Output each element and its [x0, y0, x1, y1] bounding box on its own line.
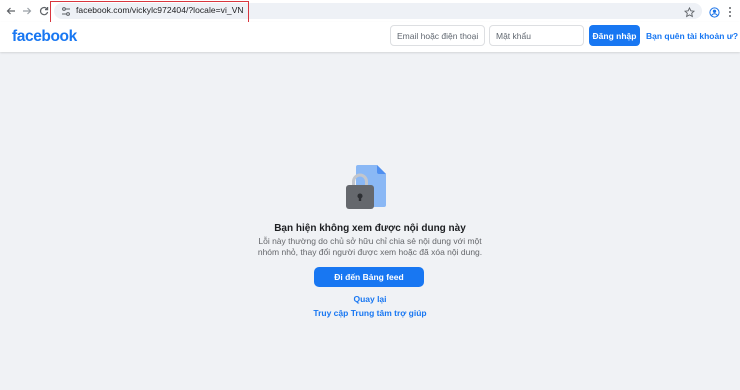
go-to-feed-button[interactable]: Đi đến Bảng feed — [314, 267, 424, 287]
profile-icon[interactable] — [709, 5, 720, 18]
help-center-link-row: Truy cập Trung tâm trợ giúp — [0, 308, 740, 318]
go-back-link-row: Quay lại — [0, 294, 740, 304]
back-arrow-icon[interactable] — [4, 4, 18, 18]
more-menu-icon[interactable] — [728, 5, 732, 17]
email-input[interactable] — [390, 25, 485, 46]
go-back-link[interactable]: Quay lại — [353, 294, 386, 304]
error-description: Lỗi này thường do chủ sở hữu chỉ chia sẻ… — [257, 236, 483, 257]
error-title: Bạn hiện không xem được nội dung này — [274, 223, 466, 234]
facebook-header: facebook Đăng nhập Bạn quên tài khoản ư? — [0, 22, 740, 52]
browser-toolbar: facebook.com/vickylc972404/?locale=vi_VN — [0, 0, 740, 28]
locked-document-icon — [344, 163, 396, 211]
login-button[interactable]: Đăng nhập — [589, 25, 640, 46]
forgot-account-link[interactable]: Bạn quên tài khoản ư? — [646, 31, 738, 41]
forward-arrow-icon[interactable] — [20, 4, 34, 18]
star-icon[interactable] — [683, 5, 696, 18]
reload-icon[interactable] — [37, 4, 51, 18]
password-input[interactable] — [489, 25, 584, 46]
facebook-logo[interactable]: facebook — [12, 28, 77, 46]
help-center-link[interactable]: Truy cập Trung tâm trợ giúp — [313, 308, 426, 318]
